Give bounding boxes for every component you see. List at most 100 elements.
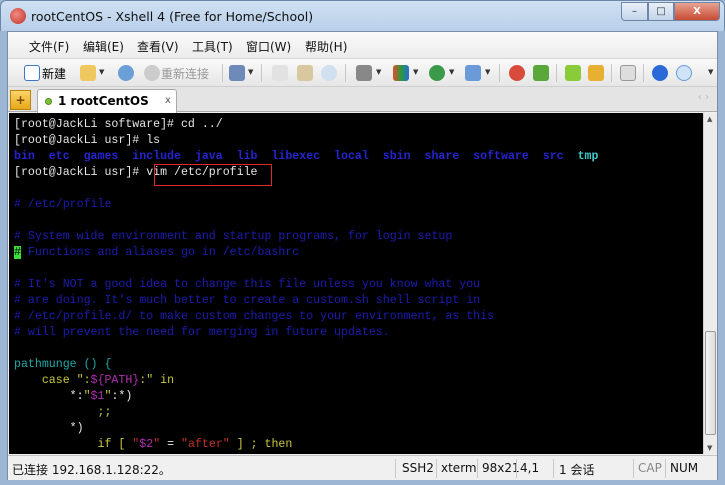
tab-label: 1 rootCentOS: [58, 94, 149, 108]
reconnect-button[interactable]: 重新连接: [161, 65, 209, 82]
separator: [345, 64, 346, 82]
terminal-line: # Functions and aliases go in /etc/bashr…: [14, 245, 703, 261]
transfer-icon[interactable]: [393, 65, 409, 81]
copy-icon[interactable]: [272, 65, 288, 81]
terminal-text: bin etc games include java lib libexec l…: [14, 150, 578, 163]
xftp-icon[interactable]: [533, 65, 549, 81]
menu-file[interactable]: 文件(F): [29, 38, 69, 55]
terminal-line: [root@JackLi software]# cd ../: [14, 117, 703, 133]
main-window: 文件(F) 编辑(E) 查看(V) 工具(T) 窗口(W) 帮助(H) 新建 ▼…: [7, 31, 718, 480]
terminal-size: 98x21: [482, 461, 520, 475]
terminal-text: *:: [14, 390, 84, 403]
menu-edit[interactable]: 编辑(E): [83, 38, 124, 55]
scrollbar-thumb[interactable]: [705, 331, 716, 435]
terminal-text: ":: [76, 374, 91, 387]
find-icon[interactable]: [321, 65, 337, 81]
menu-bar: 文件(F) 编辑(E) 查看(V) 工具(T) 窗口(W) 帮助(H): [8, 32, 717, 59]
terminal-line: bin etc games include java lib libexec l…: [14, 149, 703, 165]
terminal-text: pathmunge () {: [14, 358, 112, 371]
terminal-text: ;;: [14, 406, 112, 419]
menu-view[interactable]: 查看(V): [137, 38, 179, 55]
layout-icon[interactable]: [565, 65, 581, 81]
terminal-line: case ":${PATH}:" in: [14, 373, 703, 389]
terminal-text: *): [14, 422, 84, 435]
scroll-down-arrow-icon[interactable]: ▼: [707, 444, 712, 452]
terminal-text: # It's NOT a good idea to change this fi…: [14, 278, 481, 291]
globe-icon[interactable]: [429, 65, 445, 81]
terminal-text: Functions and aliases go in /etc/bashrc: [20, 246, 300, 259]
font-icon[interactable]: [465, 65, 481, 81]
new-session-icon[interactable]: [24, 65, 40, 81]
terminal-line: pathmunge () {: [14, 357, 703, 373]
terminal-text: in: [153, 374, 175, 387]
separator: [633, 459, 634, 478]
window-title: rootCentOS - Xshell 4 (Free for Home/Sch…: [31, 9, 314, 24]
xshell-icon[interactable]: [509, 65, 525, 81]
highlight-box: [154, 164, 272, 186]
tab-rootcentos[interactable]: 1 rootCentOS x: [37, 89, 177, 113]
terminal-text: :": [139, 374, 154, 387]
terminal-text: # will prevent the need for merging in f…: [14, 326, 390, 339]
chevron-down-icon[interactable]: ▼: [248, 68, 253, 76]
title-bar[interactable]: rootCentOS - Xshell 4 (Free for Home/Sch…: [0, 0, 725, 31]
terminal-type: xterm: [441, 461, 477, 475]
print-icon[interactable]: [356, 65, 372, 81]
help-icon[interactable]: [652, 65, 668, 81]
chevron-down-icon[interactable]: ▼: [99, 68, 104, 76]
connect-icon[interactable]: [118, 65, 134, 81]
terminal-text: [root@JackLi software]# cd ../: [14, 118, 223, 131]
terminal-text: # /etc/profile: [14, 198, 112, 211]
paste-icon[interactable]: [297, 65, 313, 81]
terminal-text: if: [14, 438, 119, 451]
scroll-up-arrow-icon[interactable]: ▲: [707, 115, 712, 123]
separator: [261, 64, 262, 82]
tab-close-button[interactable]: x: [165, 95, 171, 106]
session-count: 1 会话: [559, 463, 595, 477]
chevron-down-icon[interactable]: ▼: [449, 68, 454, 76]
separator: [516, 459, 517, 478]
new-tab-button[interactable]: +: [10, 90, 31, 110]
terminal-text: $1: [90, 390, 105, 403]
toolbar-overflow-icon[interactable]: ▼: [708, 68, 713, 76]
keyboard-icon[interactable]: [620, 65, 636, 81]
scrollbar[interactable]: ▲ ▼: [703, 113, 717, 454]
separator: [222, 64, 223, 82]
reconnect-icon: [144, 65, 160, 81]
terminal-line: # /etc/profile.d/ to make custom changes…: [14, 309, 703, 325]
terminal[interactable]: [root@JackLi software]# cd ../ [root@Jack…: [9, 113, 703, 454]
menu-help[interactable]: 帮助(H): [305, 38, 347, 55]
properties-icon[interactable]: [229, 65, 245, 81]
chevron-down-icon[interactable]: ▼: [485, 68, 490, 76]
terminal-text: ] ; then: [229, 438, 293, 451]
maximize-button[interactable]: □: [648, 2, 674, 21]
caps-lock-indicator: CAP: [638, 461, 662, 475]
connected-status-icon: [45, 98, 52, 105]
connection-status: 已连接 192.168.1.128:22。: [12, 463, 171, 477]
chat-icon[interactable]: [676, 65, 692, 81]
terminal-line: ;;: [14, 405, 703, 421]
terminal-text: ": [83, 390, 91, 403]
separator: [665, 459, 666, 478]
chevron-down-icon[interactable]: ▼: [413, 68, 418, 76]
terminal-text: [: [118, 438, 133, 451]
chevron-down-icon[interactable]: ▼: [376, 68, 381, 76]
terminal-line: # It's NOT a good idea to change this fi…: [14, 277, 703, 293]
separator: [436, 459, 437, 478]
menu-window[interactable]: 窗口(W): [246, 38, 291, 55]
new-session-button[interactable]: 新建: [42, 65, 66, 82]
tab-scroll-arrows[interactable]: ‹ ›: [698, 92, 709, 103]
toolbar: 新建 ▼ 重新连接 ▼ ▼ ▼ ▼ ▼ ▼: [8, 59, 717, 87]
minimize-button[interactable]: –: [621, 2, 648, 21]
menu-tools[interactable]: 工具(T): [192, 38, 233, 55]
cursor-position: 4,1: [520, 461, 540, 475]
xshell-logo-icon: [10, 8, 26, 24]
terminal-line: *:"$1":*): [14, 389, 703, 405]
status-bar: 已连接 192.168.1.128:22。 SSH2 xterm 98x21 4…: [8, 455, 717, 480]
close-button[interactable]: X: [674, 2, 720, 21]
separator: [477, 459, 478, 478]
lock-icon[interactable]: [588, 65, 604, 81]
open-folder-icon[interactable]: [80, 65, 96, 81]
